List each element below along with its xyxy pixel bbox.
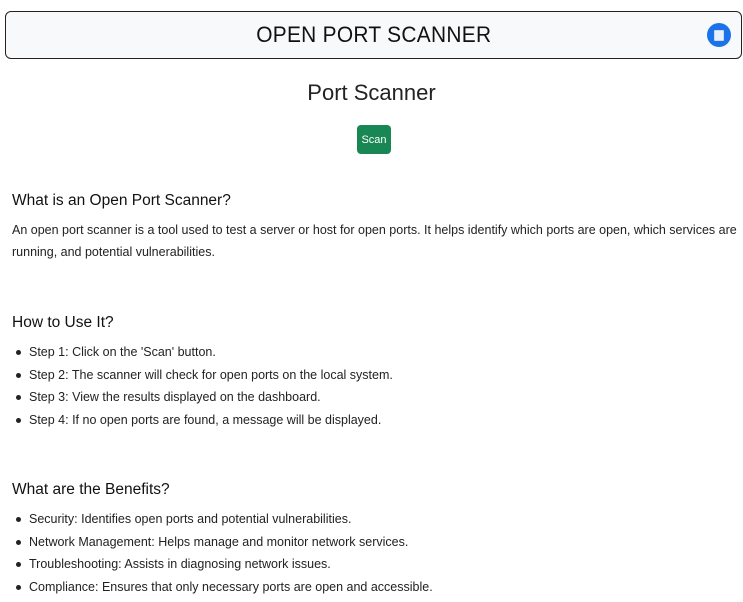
section-benefits: What are the Benefits? Security: Identif…	[12, 481, 737, 598]
section-what: What is an Open Port Scanner? An open po…	[12, 192, 737, 263]
broken-image-icon	[714, 29, 724, 41]
avatar[interactable]	[707, 23, 731, 47]
bullet-icon	[16, 517, 21, 522]
app-title: OPEN PORT SCANNER	[255, 22, 492, 47]
app-header: OPEN PORT SCANNER	[5, 11, 742, 59]
list-item-text: Step 2: The scanner will check for open …	[29, 367, 393, 382]
bullet-icon	[16, 372, 21, 378]
list-item: Compliance: Ensures that only necessary …	[12, 576, 737, 599]
section-how: How to Use It? Step 1: Click on the 'Sca…	[12, 314, 737, 431]
bullet-icon	[16, 562, 21, 567]
list-item: Security: Identifies open ports and pote…	[12, 508, 737, 531]
section-heading: What is an Open Port Scanner?	[12, 192, 231, 209]
bullet-icon	[16, 395, 21, 400]
list-item-text: Network Management: Helps manage and mon…	[29, 534, 409, 549]
list-item-text: Troubleshooting: Assists in diagnosing n…	[29, 557, 331, 571]
bullet-icon	[16, 350, 21, 355]
list-item-text: Compliance: Ensures that only necessary …	[29, 579, 433, 594]
list-item-text: Step 3: View the results displayed on th…	[29, 390, 321, 404]
list-item: Step 2: The scanner will check for open …	[12, 364, 737, 387]
list-item: Step 4: If no open ports are found, a me…	[12, 409, 737, 432]
list-item-text: Step 4: If no open ports are found, a me…	[29, 412, 382, 427]
steps-list: Step 1: Click on the 'Scan' button. Step…	[12, 341, 737, 431]
list-item: Troubleshooting: Assists in diagnosing n…	[12, 553, 737, 576]
bullet-icon	[16, 539, 21, 545]
list-item-text: Security: Identifies open ports and pote…	[29, 512, 352, 526]
scan-button[interactable]: Scan	[357, 125, 391, 154]
list-item-text: Step 1: Click on the 'Scan' button.	[29, 345, 216, 359]
bullet-icon	[16, 417, 21, 423]
list-item: Step 3: View the results displayed on th…	[12, 386, 737, 409]
benefits-list: Security: Identifies open ports and pote…	[12, 508, 737, 598]
list-item: Network Management: Helps manage and mon…	[12, 531, 737, 554]
bullet-icon	[16, 584, 21, 590]
section-heading: How to Use It?	[12, 314, 114, 331]
page-title: Port Scanner	[307, 80, 436, 105]
section-body: An open port scanner is a tool used to t…	[12, 223, 737, 259]
list-item: Step 1: Click on the 'Scan' button.	[12, 341, 737, 364]
section-heading: What are the Benefits?	[12, 481, 170, 498]
